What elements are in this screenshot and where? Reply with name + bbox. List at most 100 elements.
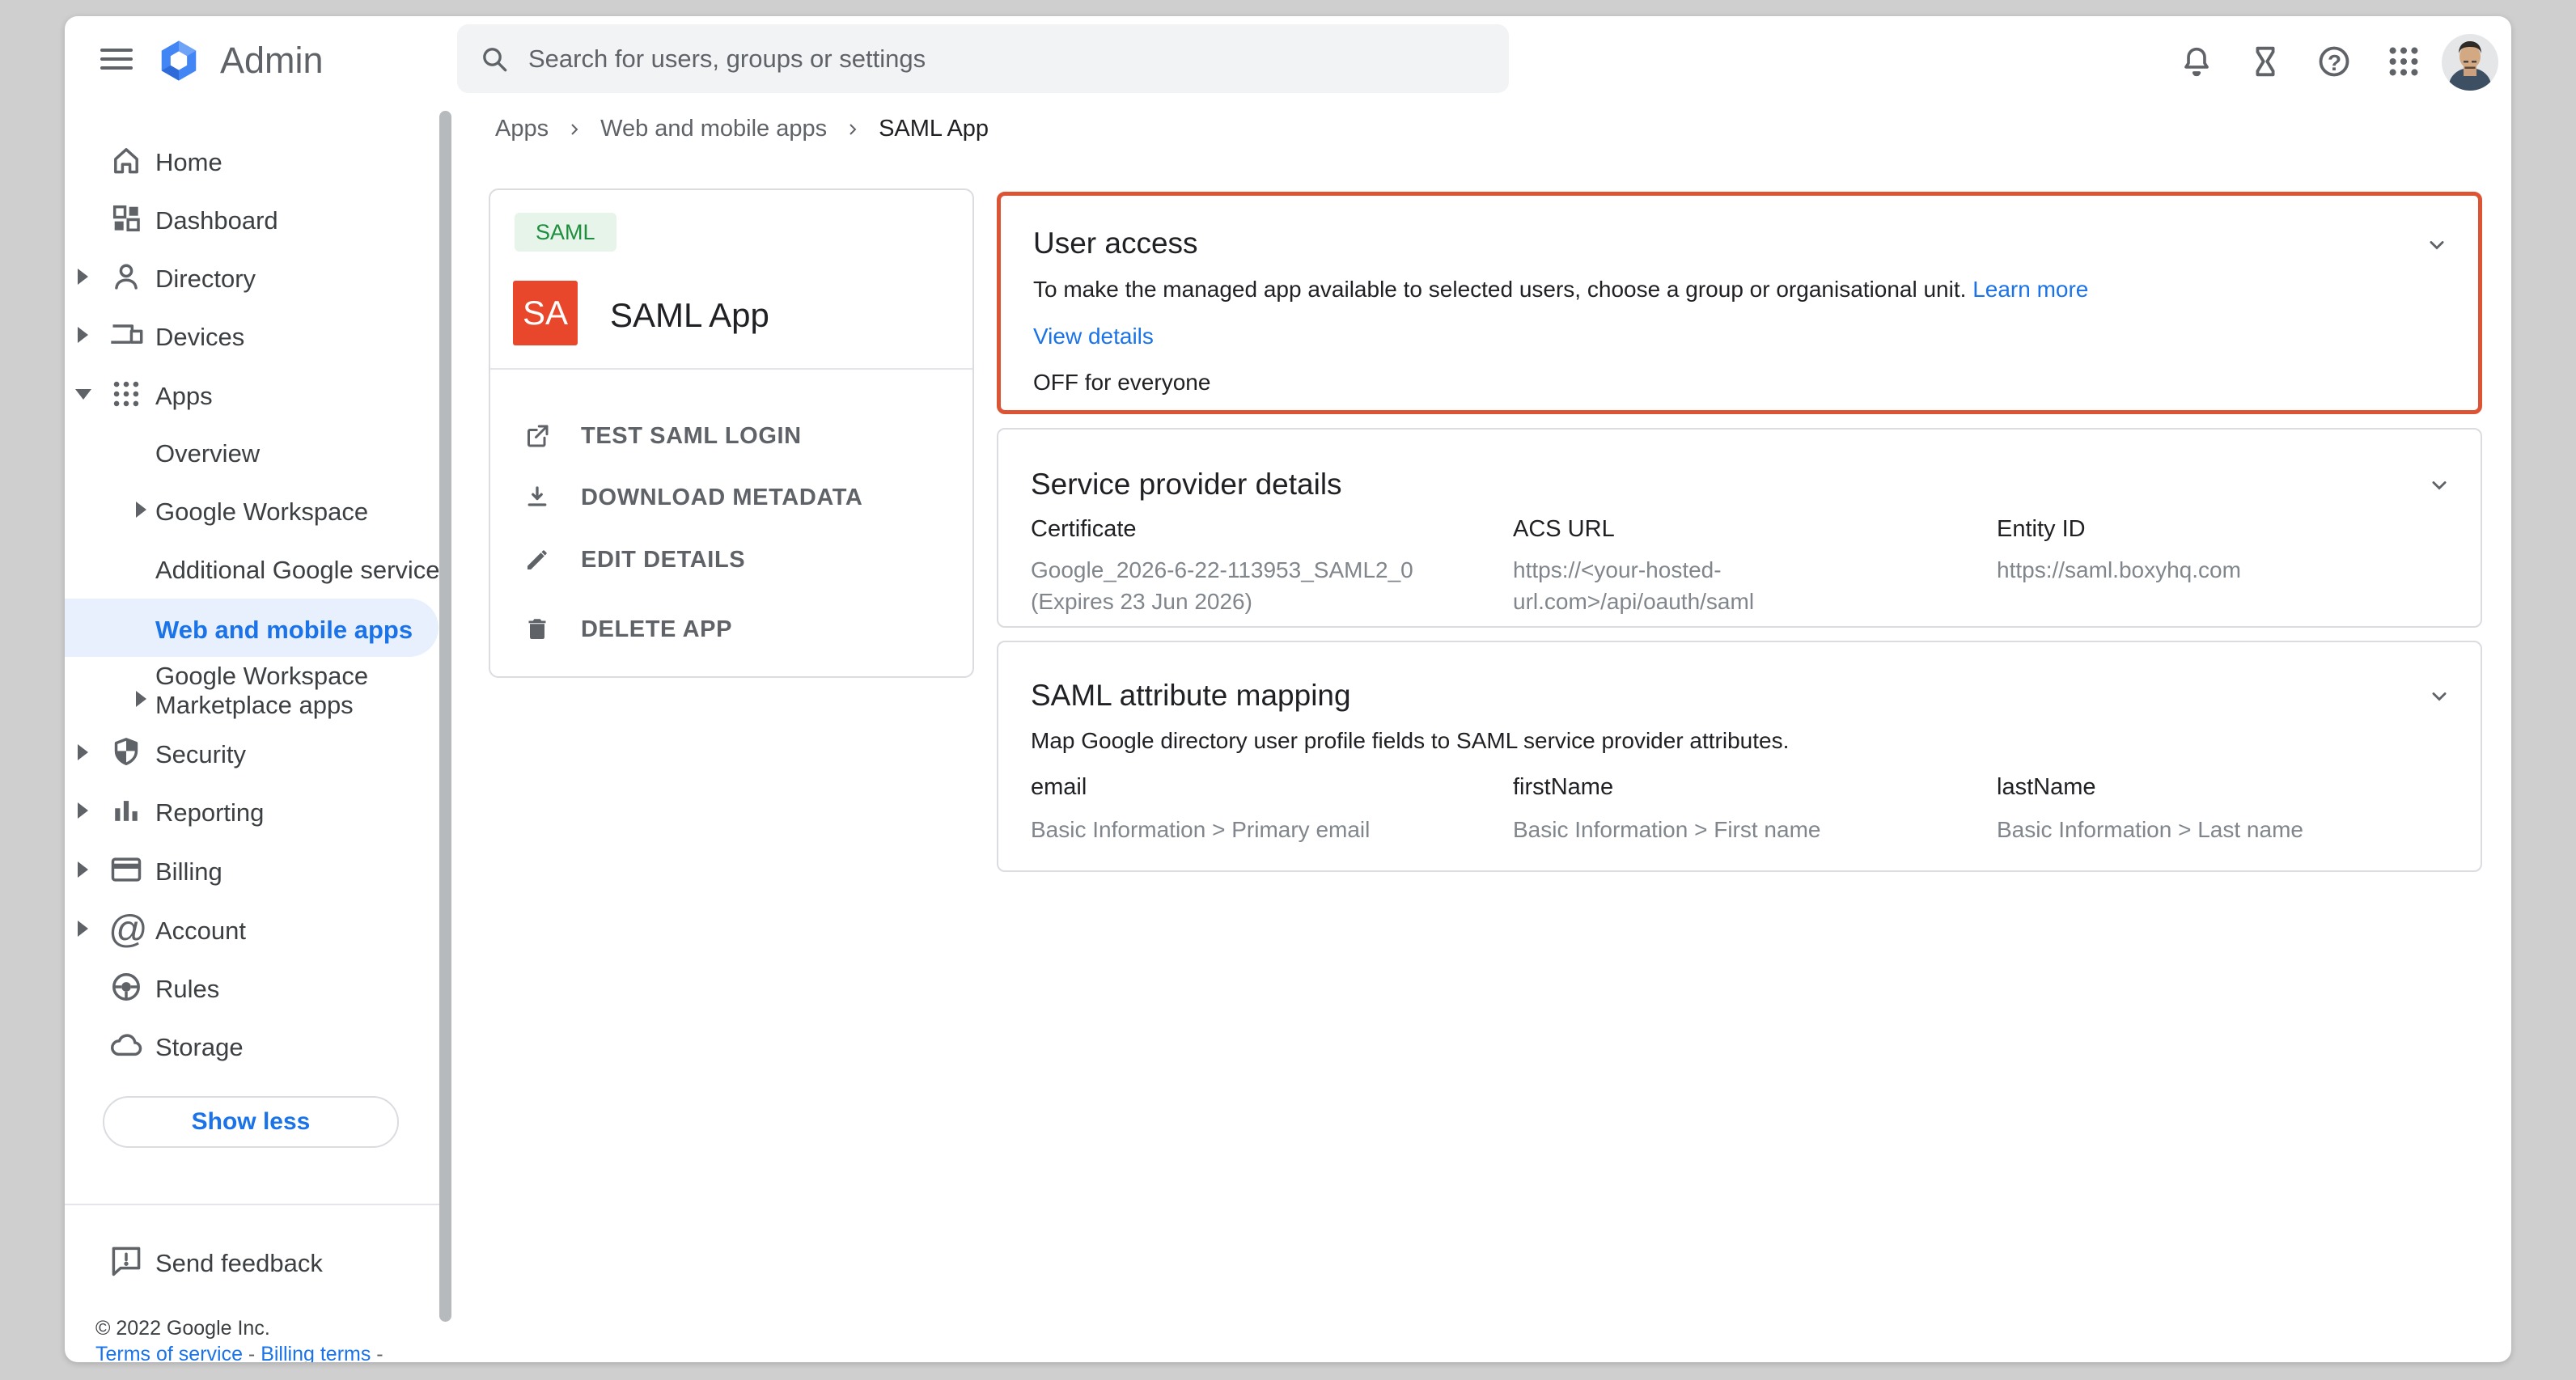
dashboard-icon (108, 201, 144, 236)
card-description: To make the managed app available to sel… (1033, 277, 2088, 303)
expand-right-icon[interactable] (78, 802, 88, 819)
sidebar-item-account[interactable]: @ Account (65, 900, 437, 958)
download-icon (523, 483, 552, 512)
send-feedback-button[interactable]: Send feedback (65, 1232, 437, 1290)
action-label: DELETE APP (581, 616, 732, 643)
card-title: User access (1033, 226, 1198, 261)
sidebar-item-directory[interactable]: Directory (65, 248, 437, 306)
account-avatar[interactable] (2442, 34, 2498, 91)
sidebar-item-label-line2: Marketplace apps (155, 691, 354, 720)
expand-right-icon[interactable] (78, 269, 88, 285)
edit-details-button[interactable]: EDIT DETAILS (523, 542, 745, 578)
google-apps-grid-icon[interactable] (2385, 43, 2424, 82)
sidebar-item-label: Devices (155, 323, 244, 352)
sidebar-item-reporting[interactable]: Reporting (65, 781, 437, 840)
sidebar-item-security[interactable]: Security (65, 723, 437, 781)
certificate-field: Certificate Google_2026-6-22-113953_SAML… (1031, 516, 1413, 615)
admin-hexagon-logo-icon (155, 37, 202, 84)
app-title: SAML App (610, 296, 769, 335)
sidebar-item-devices[interactable]: Devices (65, 306, 437, 364)
sidebar-item-label: Billing (155, 857, 222, 887)
sidebar-item-web-and-mobile-apps-selected[interactable]: Web and mobile apps (65, 599, 439, 657)
expand-right-icon[interactable] (78, 861, 88, 878)
notifications-bell-icon[interactable] (2178, 43, 2217, 82)
sidebar-scrollbar[interactable] (439, 111, 451, 1322)
help-icon[interactable]: ? (2315, 43, 2354, 82)
sidebar-item-label: Overview (155, 439, 260, 468)
expand-right-icon[interactable] (78, 744, 88, 760)
description-text: To make the managed app available to sel… (1033, 277, 1966, 302)
sidebar-item-label: Reporting (155, 798, 264, 828)
shield-icon (108, 734, 144, 770)
sidebar-item-rules[interactable]: Rules (65, 958, 437, 1016)
breadcrumb: Apps Web and mobile apps SAML App (495, 113, 989, 146)
test-saml-login-button[interactable]: TEST SAML LOGIN (523, 418, 802, 454)
sidebar-item-dashboard[interactable]: Dashboard (65, 189, 437, 248)
expand-right-icon[interactable] (78, 921, 88, 937)
card-title: SAML attribute mapping (1031, 679, 1351, 713)
action-label: DOWNLOAD METADATA (581, 485, 862, 511)
sidebar-item-billing[interactable]: Billing (65, 840, 437, 899)
help-glyph: ? (2328, 50, 2341, 76)
admin-logo[interactable]: Admin (155, 36, 463, 86)
breadcrumb-separator-icon (843, 120, 862, 139)
home-icon (108, 142, 144, 178)
field-label: Entity ID (1997, 516, 2241, 543)
apps-grid-icon (108, 376, 144, 412)
field-value: https://saml.boxyhq.com (1997, 557, 2241, 583)
delete-app-button[interactable]: DELETE APP (523, 612, 732, 647)
sidebar-item-home[interactable]: Home (65, 131, 437, 189)
collapse-down-icon[interactable] (75, 389, 91, 400)
breadcrumb-item-web-and-mobile-apps[interactable]: Web and mobile apps (600, 116, 827, 142)
sidebar-item-label: Google Workspace (155, 497, 368, 527)
download-metadata-button[interactable]: DOWNLOAD METADATA (523, 480, 862, 515)
learn-more-link[interactable]: Learn more (1972, 277, 2088, 302)
bar-chart-icon (108, 793, 144, 828)
hamburger-menu-button[interactable] (100, 49, 133, 70)
field-label: ACS URL (1513, 516, 1754, 543)
sidebar-item-label-line1: Google Workspace (155, 662, 368, 691)
expand-right-icon[interactable] (136, 691, 146, 707)
global-search[interactable] (457, 24, 1509, 93)
hamburger-bar (100, 66, 133, 70)
mapping-email: email Basic Information > Primary email (1031, 774, 1370, 844)
field-value: Google_2026-6-22-113953_SAML2_0 (1031, 557, 1413, 583)
mapped-field: Basic Information > Last name (1997, 817, 2303, 843)
pencil-icon (523, 545, 552, 574)
show-less-button[interactable]: Show less (103, 1096, 399, 1148)
terms-of-service-link[interactable]: Terms of service (95, 1343, 243, 1362)
sidebar-item-storage[interactable]: Storage (65, 1016, 437, 1074)
chevron-down-icon[interactable] (2426, 472, 2453, 499)
footer-copyright: © 2022 Google Inc. (95, 1317, 270, 1340)
sidebar-item-label: Apps (155, 382, 213, 411)
credit-card-icon (108, 852, 144, 887)
expand-right-icon[interactable] (78, 327, 88, 343)
attribute-name: firstName (1513, 774, 1820, 801)
user-access-status: OFF for everyone (1033, 370, 1210, 396)
chevron-down-icon[interactable] (2426, 683, 2453, 710)
billing-terms-link[interactable]: Billing terms (261, 1343, 371, 1362)
sidebar-item-additional-google-services[interactable]: Additional Google services (65, 539, 437, 597)
sidebar-item-overview[interactable]: Overview (65, 422, 437, 480)
field-value: https://<your-hosted- (1513, 557, 1754, 583)
hamburger-bar (100, 57, 133, 61)
mapped-field: Basic Information > Primary email (1031, 817, 1370, 843)
trash-icon (523, 615, 552, 644)
mapping-lastname: lastName Basic Information > Last name (1997, 774, 2303, 844)
devices-icon (108, 317, 144, 353)
at-sign-icon: @ (108, 908, 148, 952)
tasks-hourglass-icon[interactable] (2247, 43, 2286, 82)
view-details-link[interactable]: View details (1033, 324, 1154, 349)
search-input[interactable] (528, 44, 1418, 74)
chevron-down-icon[interactable] (2423, 231, 2451, 259)
breadcrumb-item-apps[interactable]: Apps (495, 116, 549, 142)
expand-right-icon[interactable] (136, 502, 146, 518)
app-summary-card: SAML SA SAML App TEST SAML LOGIN DOWNLOA… (489, 188, 974, 678)
footer-separator: - (371, 1343, 383, 1362)
sidebar-item-apps[interactable]: Apps (65, 365, 437, 423)
sidebar-item-label: Additional Google services (155, 556, 452, 585)
service-provider-details-card: Service provider details Certificate Goo… (997, 428, 2482, 628)
sidebar-item-google-workspace[interactable]: Google Workspace (65, 480, 437, 539)
person-icon (108, 259, 144, 294)
card-description: Map Google directory user profile fields… (1031, 728, 1789, 754)
